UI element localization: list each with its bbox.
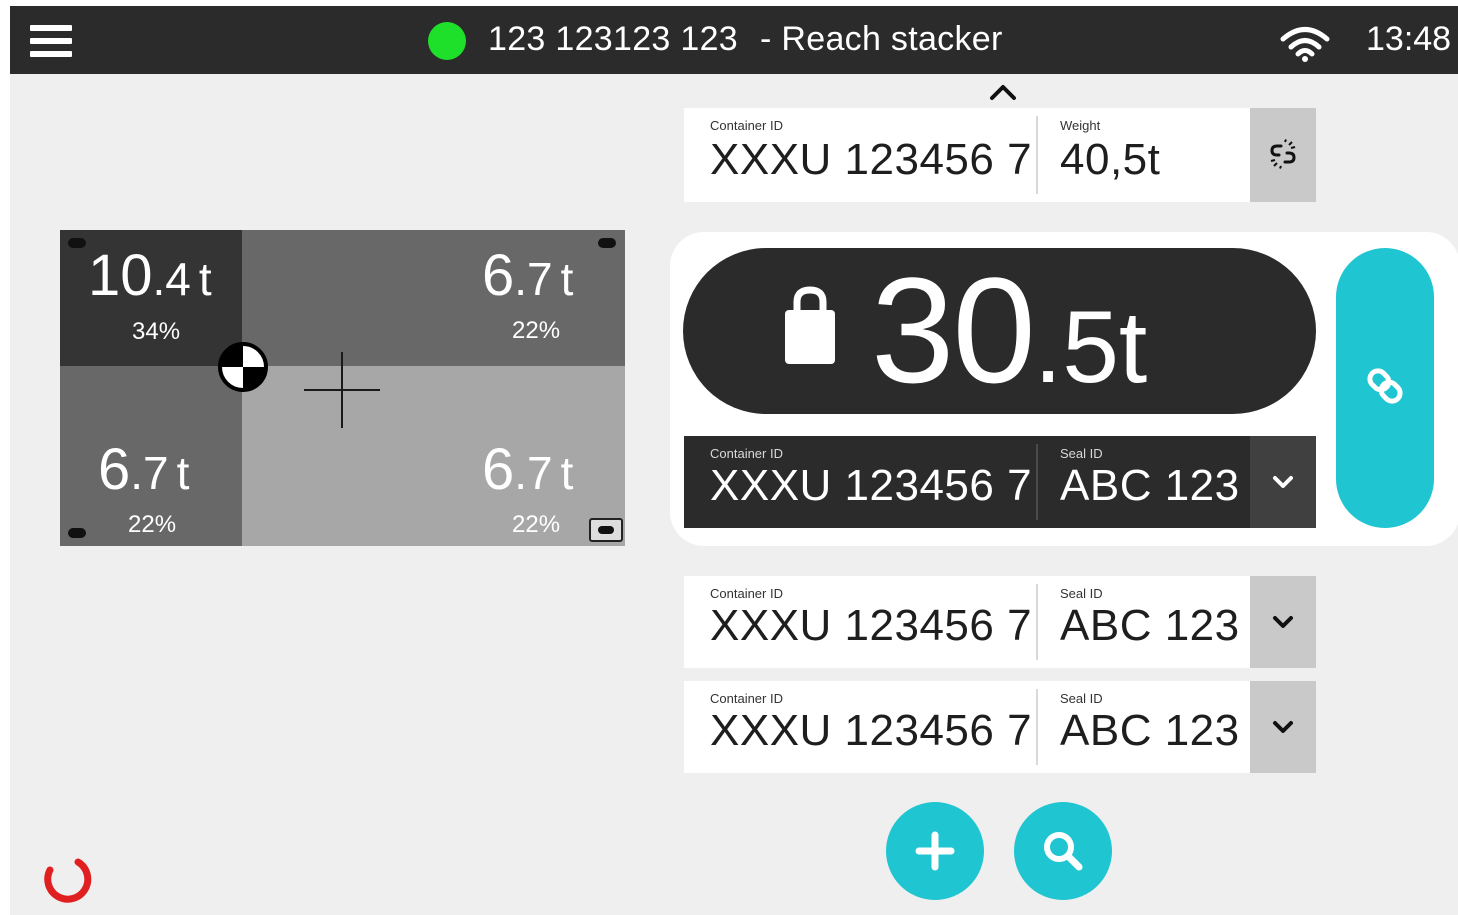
container-id-cell: Container ID XXXU 123456 7 <box>684 576 1036 668</box>
container-id-value: XXXU 123456 7 <box>710 135 1033 184</box>
weight-whole: 10 <box>88 243 153 308</box>
container-id-label: Container ID <box>710 586 783 601</box>
hamburger-menu-icon[interactable] <box>30 23 74 59</box>
twistlock-icon <box>68 238 86 248</box>
container-id-value: XXXU 123456 7 <box>710 601 1033 650</box>
app-screen: 123 123123 123 - Reach stacker 13:48 10.4… <box>10 6 1458 915</box>
weight-decimal: .7 <box>130 447 169 499</box>
detach-button[interactable] <box>1250 108 1316 202</box>
search-icon <box>1044 832 1083 871</box>
vehicle-type: - Reach stacker <box>760 20 1003 58</box>
clock: 13:48 <box>1366 20 1452 58</box>
weight-whole: 6 <box>482 437 515 502</box>
total-weight-whole: 30 <box>871 246 1036 414</box>
seal-id-label: Seal ID <box>1060 586 1103 601</box>
link-button[interactable] <box>1336 248 1434 528</box>
corner-weight: 6.7 t <box>98 440 189 503</box>
container-id-cell: Container ID XXXU 123456 7 <box>684 436 1036 528</box>
load-quadrant-bottom-right: 6.7 t 22% <box>242 366 625 546</box>
corner-weight: 10.4 t <box>88 246 212 309</box>
weight-label: Weight <box>1060 118 1101 133</box>
vehicle-title: 123 123123 123 - Reach stacker <box>488 18 1003 60</box>
weight-unit: t <box>560 447 574 499</box>
seal-id-value: ABC 123 <box>1060 601 1240 650</box>
load-quadrant-top-right: 6.7 t 22% <box>242 230 625 366</box>
twistlock-icon <box>598 238 616 248</box>
container-id-value: XXXU 123456 7 <box>710 706 1033 755</box>
expand-button[interactable] <box>1250 436 1316 528</box>
wifi-icon <box>1280 27 1330 62</box>
crosshair-icon <box>304 352 380 428</box>
top-bar: 123 123123 123 - Reach stacker 13:48 <box>10 6 1458 74</box>
broken-link-icon <box>1270 139 1296 169</box>
weight-decimal: .7 <box>514 447 553 499</box>
vehicle-id: 123 123123 123 <box>488 20 739 58</box>
container-id-value: XXXU 123456 7 <box>710 461 1033 510</box>
pending-container-card[interactable]: Container ID XXXU 123456 7 Weight 40,5t <box>684 108 1316 202</box>
container-id-label: Container ID <box>710 691 783 706</box>
plus-icon <box>915 831 955 871</box>
container-id-label: Container ID <box>710 446 783 461</box>
total-weight-value: 30.5t <box>871 252 1147 425</box>
weight-whole: 6 <box>98 437 131 502</box>
seal-id-cell: Seal ID ABC 123 <box>1034 681 1250 773</box>
corner-percent: 22% <box>512 317 561 344</box>
weight-lock-icon <box>785 286 835 364</box>
corner-percent: 22% <box>128 511 177 538</box>
seal-id-label: Seal ID <box>1060 691 1103 706</box>
link-icon <box>1367 368 1403 404</box>
chevron-down-icon <box>1273 721 1293 733</box>
corner-weight: 6.7 t <box>482 440 573 503</box>
expand-button[interactable] <box>1250 576 1316 668</box>
container-id-cell: Container ID XXXU 123456 7 <box>684 108 1036 202</box>
loading-spinner-icon <box>44 858 92 903</box>
center-of-gravity-icon <box>218 342 268 392</box>
chevron-up-icon[interactable] <box>988 82 1018 102</box>
weight-decimal: .4 <box>152 253 191 305</box>
expand-button[interactable] <box>1250 681 1316 773</box>
chevron-down-icon <box>1273 616 1293 628</box>
weight-decimal: .7 <box>514 253 553 305</box>
container-id-cell: Container ID XXXU 123456 7 <box>684 681 1036 773</box>
seal-id-value: ABC 123 <box>1060 461 1240 510</box>
container-id-label: Container ID <box>710 118 783 133</box>
add-container-button[interactable] <box>886 802 984 900</box>
queued-container-card[interactable]: Container ID XXXU 123456 7 Seal ID ABC 1… <box>684 576 1316 668</box>
weight-unit: t <box>176 447 190 499</box>
load-distribution-diagram: 10.4 t 34% 6.7 t 22% 6.7 t 22% 6.7 t 22% <box>60 230 625 546</box>
queued-container-card[interactable]: Container ID XXXU 123456 7 Seal ID ABC 1… <box>684 681 1316 773</box>
total-weight-display: 30.5t <box>683 248 1316 414</box>
seal-id-cell: Seal ID ABC 123 <box>1034 576 1250 668</box>
twistlock-highlight-icon <box>589 518 623 542</box>
seal-id-label: Seal ID <box>1060 446 1103 461</box>
chevron-down-icon <box>1273 476 1293 488</box>
corner-percent: 22% <box>512 511 561 538</box>
total-weight-decimal: .5t <box>1033 290 1148 404</box>
corner-weight: 6.7 t <box>482 246 573 309</box>
load-quadrant-top-left: 10.4 t 34% <box>60 230 242 366</box>
weight-unit: t <box>560 253 574 305</box>
attached-container-card[interactable]: Container ID XXXU 123456 7 Seal ID ABC 1… <box>684 436 1316 528</box>
connection-status-icon <box>428 22 466 60</box>
twistlock-icon <box>68 528 86 538</box>
load-quadrant-bottom-left: 6.7 t 22% <box>60 366 242 546</box>
weight-whole: 6 <box>482 243 515 308</box>
seal-id-value: ABC 123 <box>1060 706 1240 755</box>
corner-percent: 34% <box>132 318 181 345</box>
weight-value: 40,5t <box>1060 135 1161 184</box>
weight-unit: t <box>198 253 212 305</box>
weight-cell: Weight 40,5t <box>1034 108 1250 202</box>
search-button[interactable] <box>1014 802 1112 900</box>
seal-id-cell: Seal ID ABC 123 <box>1034 436 1250 528</box>
